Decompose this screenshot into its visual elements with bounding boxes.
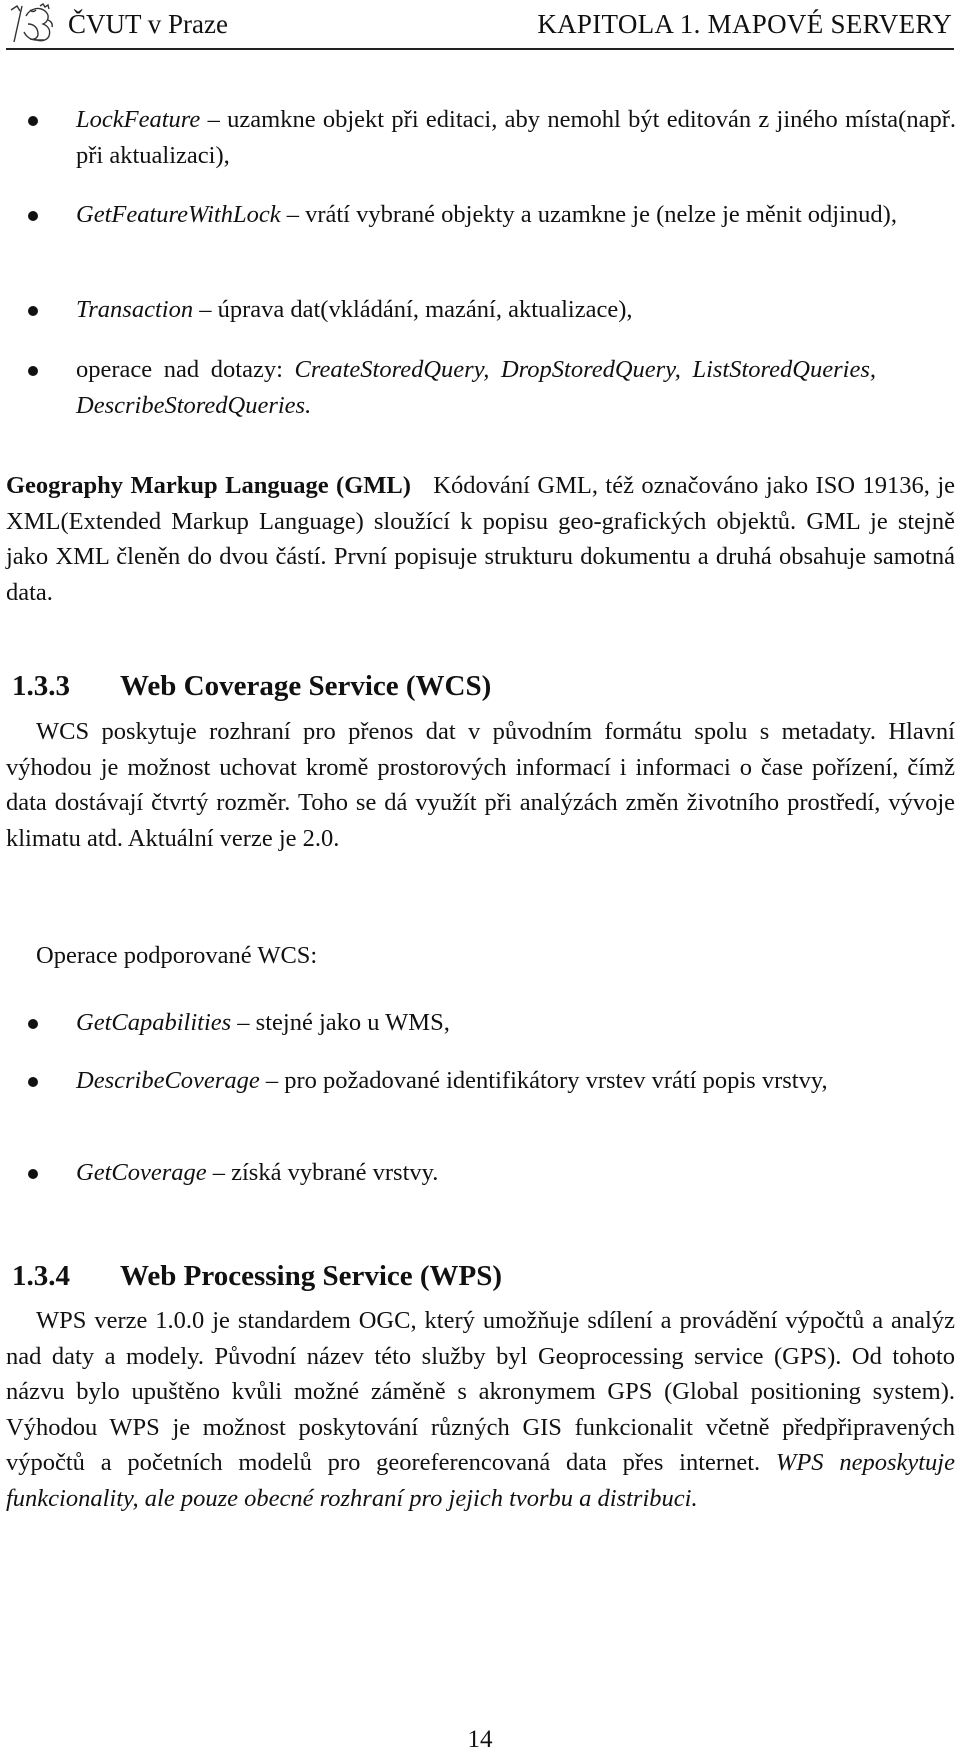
section-number: 1.3.4 — [12, 1260, 70, 1292]
gml-title: Geography Markup Language (GML) — [6, 472, 411, 499]
bullet-icon — [28, 211, 38, 221]
operation-name: LockFeature — [76, 106, 201, 133]
header-chapter: KAPITOLA 1. MAPOVÉ SERVERY — [537, 9, 952, 39]
section-title: Web Processing Service (WPS) — [120, 1260, 503, 1292]
operation-description: – vrátí vybrané objekty a uzamkne je (ne… — [280, 201, 897, 228]
operation-name: GetCoverage — [76, 1159, 207, 1186]
page-header: ČVUT v Praze KAPITOLA 1. MAPOVÉ SERVERY — [6, 0, 954, 50]
page-number: 14 — [467, 1726, 493, 1753]
header-university: ČVUT v Praze — [68, 9, 228, 39]
list-item: GetCoverage – získá vybrané vrstvy. — [28, 1155, 956, 1191]
gml-paragraph: Geography Markup Language (GML) Kódování… — [6, 468, 955, 610]
operation-prefix: operace nad dotazy: — [76, 356, 295, 383]
bullet-icon — [28, 1169, 38, 1179]
list-item: DescribeCoverage – pro požadované identi… — [28, 1063, 956, 1099]
operation-description: – úprava dat(vkládání, mazání, aktualiza… — [193, 296, 633, 323]
bullet-icon — [28, 366, 38, 376]
list-item: operace nad dotazy: CreateStoredQuery, D… — [28, 352, 876, 423]
bullet-icon — [28, 306, 38, 316]
bullet-icon — [28, 1019, 38, 1029]
operation-name: GetCapabilities — [76, 1009, 232, 1036]
operation-name: GetFeatureWithLock — [76, 201, 281, 228]
bullet-icon — [28, 116, 38, 126]
section-heading-wps: 1.3.4 Web Processing Service (WPS) — [12, 1258, 502, 1294]
wps-paragraph: WPS verze 1.0.0 je standardem OGC, který… — [6, 1303, 955, 1516]
list-item: GetFeatureWithLock – vrátí vybrané objek… — [28, 197, 956, 233]
operation-name: DescribeCoverage — [76, 1067, 260, 1094]
cvut-lion-logo-icon — [10, 3, 53, 43]
operation-description: – pro požadované identifikátory vrstev v… — [259, 1067, 828, 1094]
list-item: Transaction – úprava dat(vkládání, mazán… — [28, 292, 956, 328]
list-item: LockFeature – uzamkne objekt při editaci… — [28, 102, 956, 173]
bullet-icon — [28, 1077, 38, 1087]
operation-name: Transaction — [76, 296, 194, 323]
section-title: Web Coverage Service (WCS) — [120, 670, 492, 702]
section-number: 1.3.3 — [12, 670, 70, 702]
list-item: GetCapabilities – stejné jako u WMS, — [28, 1005, 956, 1041]
wcs-operations-intro: Operace podporované WCS: — [36, 942, 318, 969]
section-heading-wcs: 1.3.3 Web Coverage Service (WCS) — [12, 668, 491, 704]
wcs-paragraph: WCS poskytuje rozhraní pro přenos dat v … — [6, 718, 955, 852]
operation-description: – uzamkne objekt při editaci, aby nemohl… — [76, 106, 956, 169]
operation-description: – stejné jako u WMS, — [231, 1009, 450, 1036]
operation-description: – získá vybrané vrstvy. — [206, 1159, 439, 1186]
